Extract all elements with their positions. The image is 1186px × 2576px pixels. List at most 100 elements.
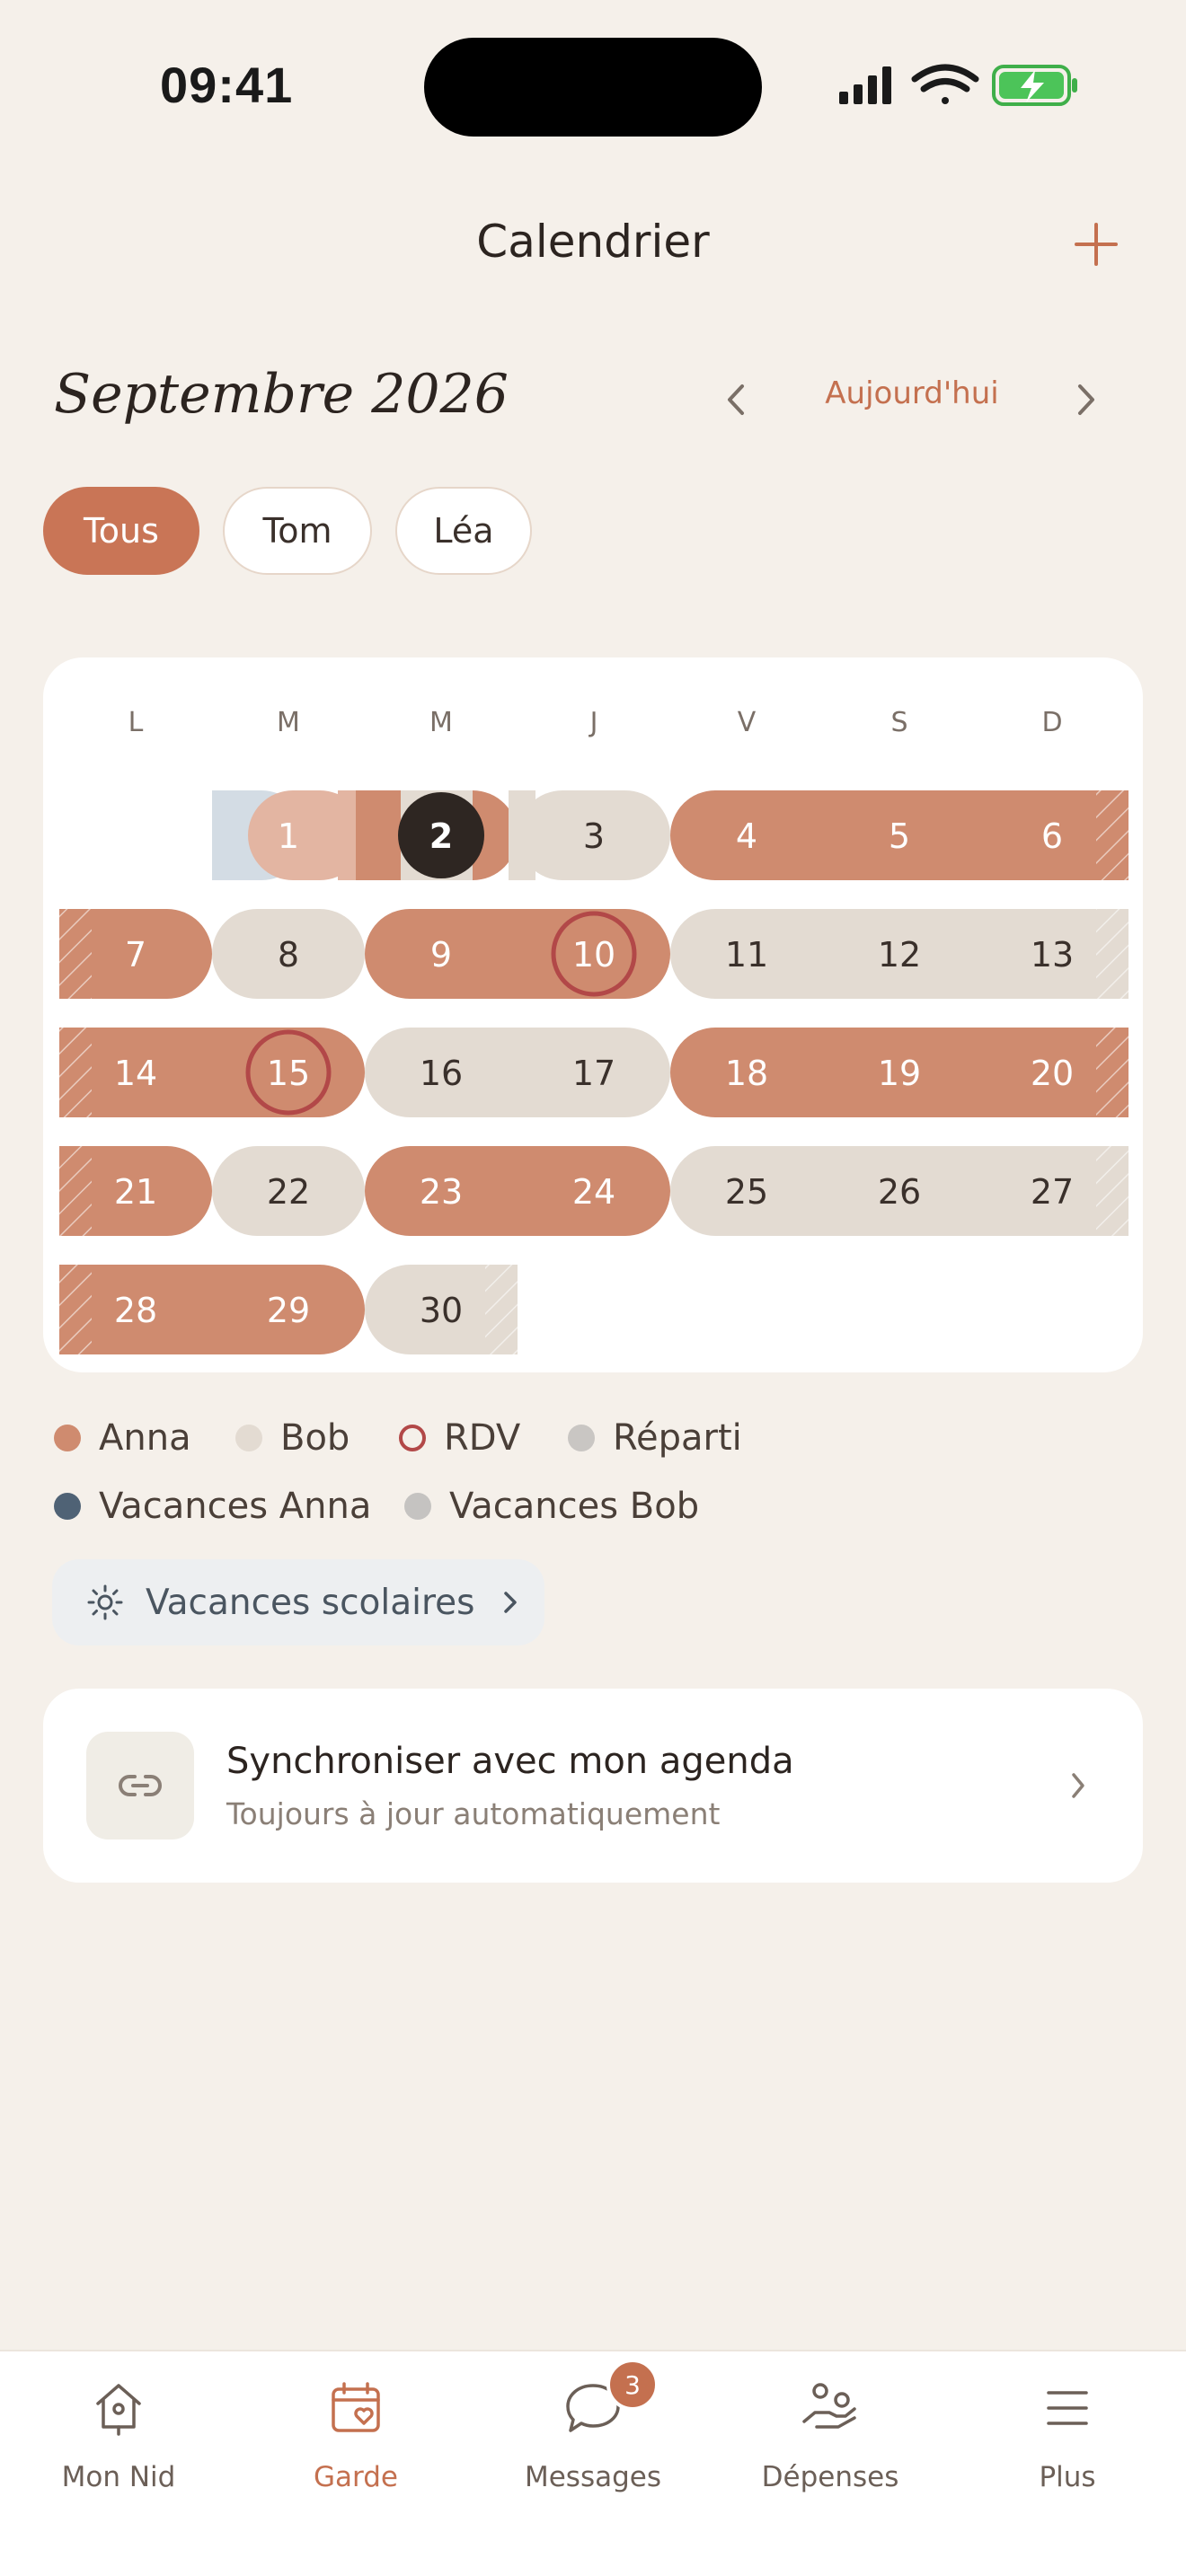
week-continuation-hatch (1096, 1146, 1128, 1236)
day-number: 29 (267, 1291, 310, 1330)
legend-label: Vacances Anna (99, 1486, 372, 1527)
legend-dot-vacances-bob (404, 1493, 431, 1520)
weekday-label: D (1041, 707, 1062, 738)
week-continuation-hatch (59, 909, 92, 999)
filter-chip-tous[interactable]: Tous (43, 487, 199, 575)
school-holidays-label: Vacances scolaires (146, 1582, 475, 1623)
hand-coins-icon (802, 2383, 856, 2429)
weekday-label: M (277, 707, 300, 738)
legend-bob: Bob (235, 1417, 350, 1459)
tab-label: Dépenses (761, 2461, 899, 2493)
wifi-icon (911, 64, 979, 104)
sync-title: Synchroniser avec mon agenda (226, 1741, 794, 1782)
weekday-label: V (738, 707, 757, 738)
day-number: 19 (878, 1054, 921, 1093)
tab-garde[interactable]: Garde (237, 2351, 474, 2531)
tab-label: Mon Nid (61, 2461, 176, 2493)
day-number: 5 (889, 816, 910, 856)
day-number: 11 (725, 935, 768, 975)
calendar-card: L M M J V S D 1 2 3 4 5 6 7 8 9 10 11 12 13 14 15 16 17 18 19 20 21… (43, 657, 1143, 1372)
tab-label: Garde (314, 2461, 398, 2493)
day-number: 7 (125, 935, 146, 975)
day-number: 10 (572, 935, 615, 975)
day-number: 24 (572, 1172, 615, 1212)
day-number: 14 (114, 1054, 157, 1093)
tab-messages[interactable]: 3 Messages (474, 2351, 712, 2531)
plus-icon (1075, 223, 1118, 266)
sun-icon (87, 1584, 123, 1620)
tab-bar: Mon Nid Garde 3 Messages Dépenses Plus (0, 2350, 1186, 2576)
legend-vacances-anna: Vacances Anna (54, 1486, 371, 1527)
day-number: 13 (1031, 935, 1074, 975)
weekday-label: L (128, 707, 144, 738)
status-icons (839, 64, 1077, 106)
day-number: 21 (114, 1172, 157, 1212)
legend-dot-reparti (568, 1425, 595, 1451)
legend-rdv: RDV (399, 1417, 520, 1459)
day-number: 25 (725, 1172, 768, 1212)
dynamic-island (424, 38, 762, 137)
day-number: 16 (420, 1054, 463, 1093)
week-continuation-hatch (59, 1028, 92, 1117)
sync-icon-box (86, 1732, 194, 1839)
tab-mon-nid[interactable]: Mon Nid (0, 2351, 237, 2531)
legend-reparti: Réparti (568, 1417, 742, 1459)
battery-icon (992, 65, 1077, 106)
tab-label: Plus (1039, 2461, 1096, 2493)
day-number: 8 (278, 935, 299, 975)
legend-label: Vacances Bob (449, 1486, 700, 1527)
previous-month-button[interactable] (719, 377, 755, 422)
sync-subtitle: Toujours à jour automatiquement (226, 1796, 721, 1831)
weekday-label: M (429, 707, 453, 738)
day-number: 22 (267, 1172, 310, 1212)
day-number: 6 (1041, 816, 1063, 856)
link-icon (119, 1775, 162, 1796)
legend-anna: Anna (54, 1417, 191, 1459)
next-month-button[interactable] (1067, 377, 1103, 422)
week-continuation-hatch (1096, 909, 1128, 999)
day-number: 15 (267, 1054, 310, 1093)
week-continuation-hatch (59, 1146, 92, 1236)
legend-dot-vacances-anna (54, 1493, 81, 1520)
add-event-button[interactable] (1069, 217, 1123, 271)
day-number: 23 (420, 1172, 463, 1212)
chevron-right-icon (504, 1592, 518, 1613)
week-continuation-hatch (59, 1265, 92, 1354)
school-holidays-button[interactable]: Vacances scolaires (52, 1559, 544, 1645)
legend-dot-anna (54, 1425, 81, 1451)
legend-dot-bob (235, 1425, 262, 1451)
legend-label: Réparti (613, 1417, 742, 1459)
legend-ring-rdv (399, 1425, 426, 1451)
month-title: Septembre 2026 (54, 363, 509, 426)
sync-calendar-card[interactable]: Synchroniser avec mon agenda Toujours à … (43, 1689, 1143, 1883)
calendar-grid: L M M J V S D1 2 3 4 5 67 8 9 10 11 12 1314 15 16 17 18 19 2021… (59, 707, 1128, 1354)
day-number: 4 (736, 816, 757, 856)
day-number: 12 (878, 935, 921, 975)
filter-chip-lea[interactable]: Léa (395, 487, 532, 575)
custody-band-anna (59, 1028, 365, 1117)
day-number: 30 (420, 1291, 463, 1330)
custody-band-anna (365, 909, 670, 999)
day-number: 28 (114, 1291, 157, 1330)
chevron-left-icon (728, 384, 744, 415)
week-continuation-hatch (1096, 1028, 1128, 1117)
custody-band-bob (365, 1028, 670, 1117)
day-number: 1 (278, 816, 299, 856)
day-number: 18 (725, 1054, 768, 1093)
tab-plus[interactable]: Plus (949, 2351, 1186, 2531)
week-continuation-hatch (1096, 790, 1128, 880)
tab-depenses[interactable]: Dépenses (712, 2351, 949, 2531)
weekday-label: J (589, 707, 598, 738)
custody-band-bob (509, 790, 535, 880)
custody-band-anna (59, 1265, 365, 1354)
week-continuation-hatch (485, 1265, 518, 1354)
today-button[interactable]: Aujourd'hui (809, 375, 1015, 411)
legend-vacances-bob: Vacances Bob (404, 1486, 699, 1527)
day-number: 26 (878, 1172, 921, 1212)
day-number: 3 (583, 816, 605, 856)
signal-icon (839, 66, 891, 104)
custody-band-anna (365, 1146, 670, 1236)
filter-chip-tom[interactable]: Tom (223, 487, 372, 575)
chevron-right-icon (1072, 1773, 1084, 1798)
birdhouse-icon (96, 2384, 141, 2436)
